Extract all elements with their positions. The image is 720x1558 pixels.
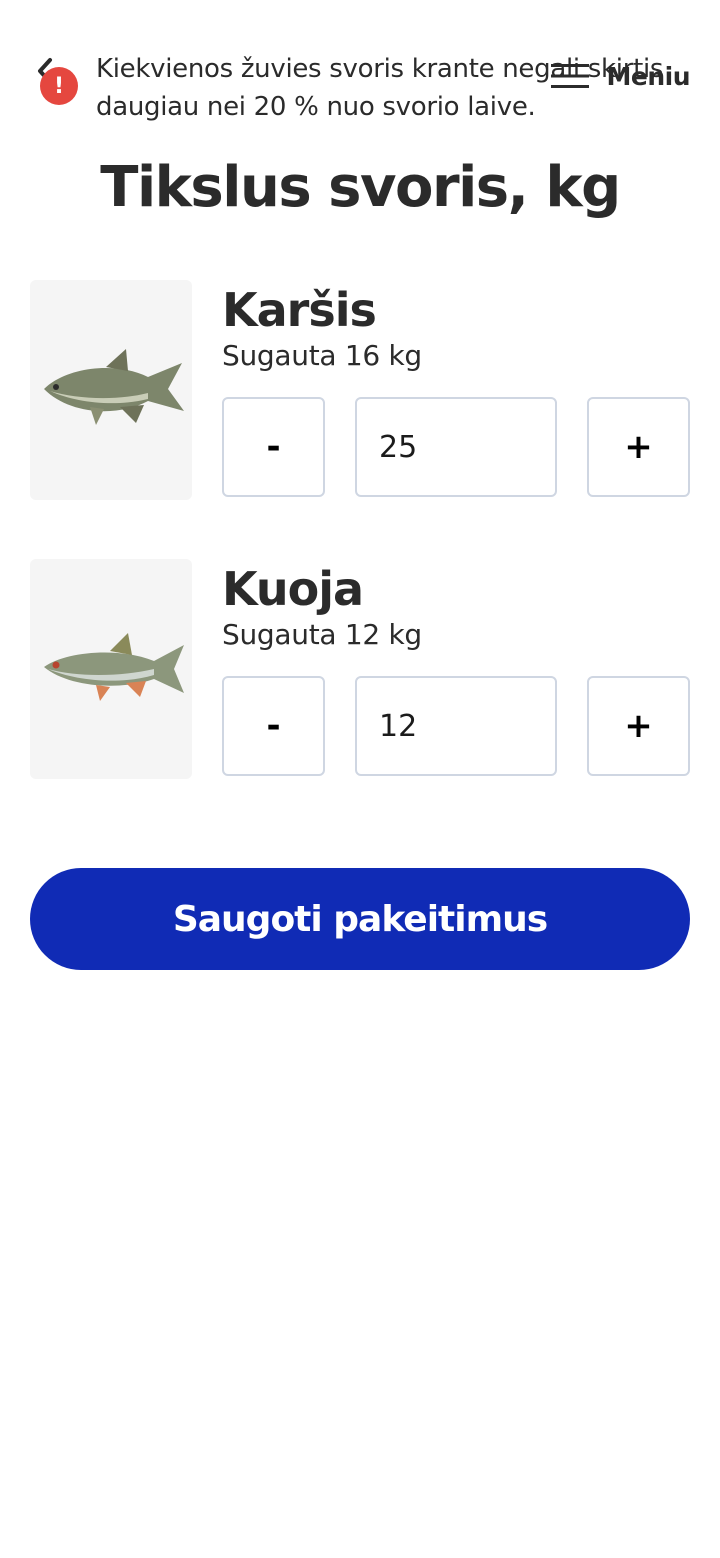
increase-weight-button[interactable]: + bbox=[587, 397, 690, 497]
decrease-weight-button[interactable]: - bbox=[222, 397, 325, 497]
decrease-weight-button[interactable]: - bbox=[222, 676, 325, 776]
weight-input[interactable] bbox=[355, 397, 557, 497]
fish-caught-weight: Sugauta 16 kg bbox=[222, 339, 422, 372]
fish-name: Karšis bbox=[222, 283, 377, 337]
weight-warning-alert: ! Kiekvienos žuvies svoris krante negali… bbox=[40, 50, 680, 126]
roach-fish-icon bbox=[44, 633, 184, 701]
fish-image bbox=[30, 559, 192, 779]
alert-text: Kiekvienos žuvies svoris krante negali s… bbox=[96, 54, 664, 122]
weight-input[interactable] bbox=[355, 676, 557, 776]
fish-card: Kuoja Sugauta 12 kg - + bbox=[30, 559, 690, 779]
fish-caught-weight: Sugauta 12 kg bbox=[222, 618, 422, 651]
fish-name: Kuoja bbox=[222, 562, 364, 616]
fish-image bbox=[30, 280, 192, 500]
increase-weight-button[interactable]: + bbox=[587, 676, 690, 776]
fish-card: Karšis Sugauta 16 kg - + bbox=[30, 280, 690, 500]
header: Meniu ! Kiekvienos žuvies svoris krante … bbox=[0, 0, 720, 140]
page-title: Tikslus svoris, kg bbox=[100, 155, 621, 220]
save-changes-button[interactable]: Saugoti pakeitimus bbox=[30, 868, 690, 970]
exclamation-circle-icon: ! bbox=[40, 67, 78, 105]
bream-fish-icon bbox=[44, 349, 184, 425]
